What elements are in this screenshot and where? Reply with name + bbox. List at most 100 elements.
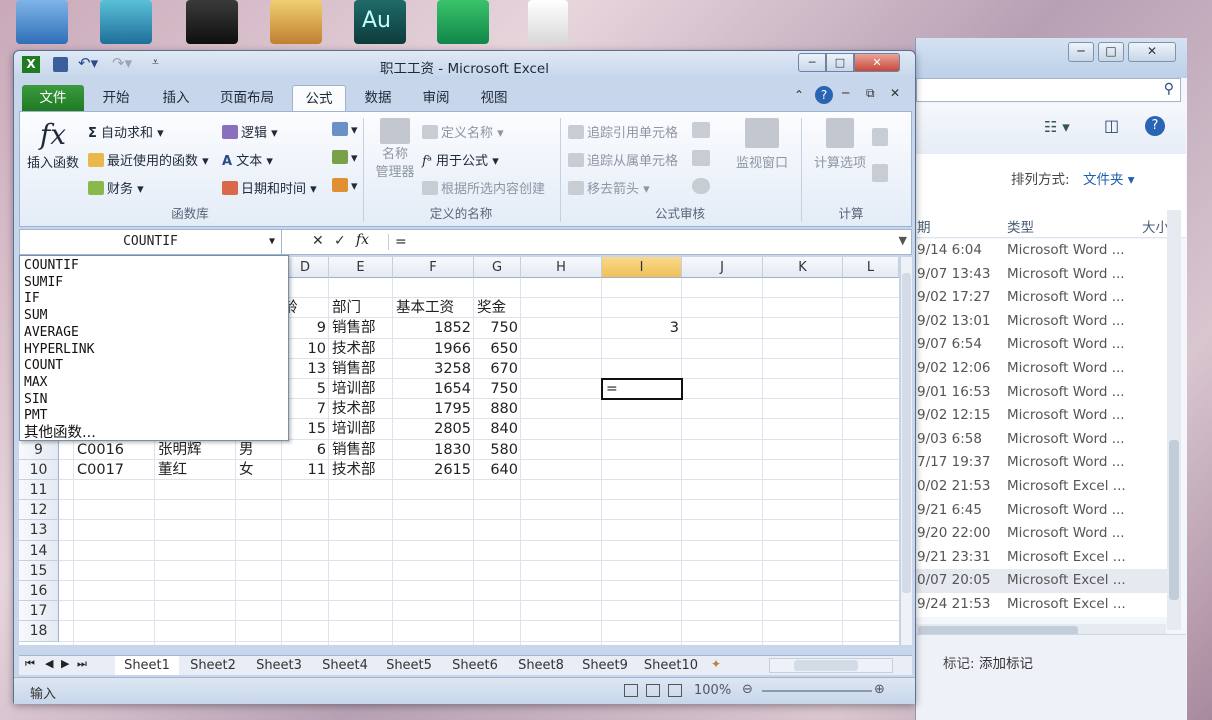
- sheet-tab[interactable]: Sheet4: [313, 656, 377, 675]
- column-header[interactable]: L: [843, 257, 899, 278]
- row-header[interactable]: 15: [19, 560, 59, 581]
- audition-desktop-icon[interactable]: Au: [354, 0, 406, 44]
- explorer-close-button[interactable]: ✕: [1128, 42, 1176, 62]
- file-row[interactable]: 9/20 22:00 Microsoft Word ...: [916, 522, 1171, 546]
- sort-dropdown[interactable]: 文件夹 ▾: [1083, 168, 1135, 188]
- page-break-view-icon[interactable]: [668, 684, 682, 697]
- cell[interactable]: 销售部: [332, 318, 390, 338]
- remove-arrows-button[interactable]: 移去箭头 ▾: [568, 178, 650, 197]
- search-icon[interactable]: ⚲: [1164, 81, 1174, 97]
- sheet-tab[interactable]: Sheet1: [115, 656, 179, 675]
- file-row[interactable]: 9/14 6:04 Microsoft Word ...: [916, 239, 1171, 263]
- sheet-nav-last-icon[interactable]: ⏭: [77, 657, 87, 671]
- financial-button[interactable]: 财务 ▾: [88, 178, 144, 197]
- column-header[interactable]: E: [329, 257, 393, 278]
- sheet-tab[interactable]: Sheet6: [443, 656, 507, 675]
- cell[interactable]: 奖金: [477, 298, 518, 318]
- file-row[interactable]: 9/21 6:45 Microsoft Word ...: [916, 498, 1171, 523]
- sheet-tab[interactable]: Sheet2: [181, 656, 245, 675]
- function-list-item[interactable]: AVERAGE: [24, 325, 79, 342]
- design-app-desktop-icon[interactable]: [100, 0, 152, 44]
- column-header[interactable]: F: [393, 257, 474, 278]
- row-header[interactable]: 9: [19, 439, 59, 460]
- insert-sheet-icon[interactable]: ✦: [711, 657, 721, 671]
- preview-pane-icon[interactable]: ◫: [1104, 116, 1119, 135]
- view-options-icon[interactable]: ☷ ▾: [1044, 118, 1070, 136]
- cell[interactable]: 15: [285, 419, 326, 439]
- page-layout-view-icon[interactable]: [646, 684, 660, 697]
- file-row[interactable]: 7/17 19:37 Microsoft Word ...: [916, 451, 1171, 475]
- error-checking-icon[interactable]: [692, 150, 710, 166]
- cell[interactable]: 基本工资: [396, 298, 471, 318]
- row-header[interactable]: 16: [19, 581, 59, 602]
- name-box-dropdown-icon[interactable]: ▼: [269, 230, 275, 254]
- column-header[interactable]: K: [763, 257, 843, 278]
- file-row[interactable]: 9/07 6:54 Microsoft Word ...: [916, 333, 1171, 357]
- cell[interactable]: 2615: [396, 460, 471, 480]
- evaluate-formula-icon[interactable]: [692, 178, 710, 194]
- tab-review[interactable]: 审阅: [416, 85, 456, 111]
- cell[interactable]: 1852: [396, 318, 471, 338]
- column-header[interactable]: H: [521, 257, 602, 278]
- text-functions-button[interactable]: A 文本 ▾: [222, 150, 273, 169]
- show-formulas-icon[interactable]: [692, 122, 710, 138]
- column-type[interactable]: 类型: [1007, 216, 1034, 236]
- row-header[interactable]: 18: [19, 621, 59, 642]
- tab-formulas[interactable]: 公式: [292, 85, 346, 111]
- trace-dependents-button[interactable]: 追踪从属单元格: [568, 150, 678, 169]
- active-cell[interactable]: =: [601, 378, 683, 400]
- function-list-item[interactable]: COUNTIF: [24, 258, 79, 275]
- cell[interactable]: 750: [477, 318, 518, 338]
- green-app-desktop-icon[interactable]: [437, 0, 489, 44]
- tab-file[interactable]: 文件: [22, 85, 84, 111]
- cell[interactable]: 3: [605, 318, 679, 338]
- explorer-minimize-button[interactable]: ─: [1068, 42, 1094, 62]
- function-list-item[interactable]: PMT: [24, 408, 47, 425]
- sheet-tab[interactable]: Sheet8: [509, 656, 573, 675]
- more-functions-button[interactable]: ▾: [332, 178, 358, 194]
- function-list-item[interactable]: SUMIF: [24, 275, 63, 292]
- cell[interactable]: 张明辉: [158, 440, 233, 460]
- function-list-item[interactable]: MAX: [24, 375, 47, 392]
- file-row[interactable]: 9/02 13:01 Microsoft Word ...: [916, 309, 1171, 334]
- ribbon-collapse-icon[interactable]: ⌃: [794, 88, 804, 102]
- sheet-nav-next-icon[interactable]: ▶: [61, 657, 69, 670]
- expand-formula-bar-icon[interactable]: ▼: [899, 234, 907, 247]
- file-row[interactable]: 9/21 23:31 Microsoft Excel ...: [916, 545, 1171, 570]
- sheet-tab[interactable]: Sheet9: [573, 656, 637, 675]
- cell[interactable]: 5: [285, 379, 326, 399]
- function-list-item[interactable]: 其他函数...: [24, 425, 96, 442]
- tab-view[interactable]: 视图: [474, 85, 514, 111]
- explorer-vscroll[interactable]: [1167, 210, 1181, 630]
- row-header[interactable]: 17: [19, 601, 59, 622]
- cell[interactable]: 男: [239, 440, 279, 460]
- doc-minimize-icon[interactable]: ─: [842, 86, 849, 100]
- close-button[interactable]: ✕: [854, 53, 900, 72]
- zoom-in-icon[interactable]: ⊕: [874, 682, 885, 697]
- define-name-button[interactable]: 定义名称 ▾: [422, 122, 504, 141]
- file-row[interactable]: 9/03 6:58 Microsoft Word ...: [916, 427, 1171, 452]
- sheet-tab[interactable]: Sheet3: [247, 656, 311, 675]
- cell[interactable]: 6: [285, 440, 326, 460]
- column-date[interactable]: 期: [917, 216, 931, 236]
- cell[interactable]: 2805: [396, 419, 471, 439]
- cell[interactable]: 13: [285, 359, 326, 379]
- cell[interactable]: 董红: [158, 460, 233, 480]
- cell[interactable]: 技术部: [332, 339, 390, 359]
- zoom-slider[interactable]: [762, 690, 872, 692]
- cell[interactable]: 部门: [332, 298, 390, 318]
- file-row[interactable]: 9/07 13:43 Microsoft Word ...: [916, 262, 1171, 287]
- cell[interactable]: C0016: [77, 440, 152, 460]
- cell[interactable]: 7: [285, 399, 326, 419]
- cell[interactable]: 培训部: [332, 379, 390, 399]
- cell[interactable]: 880: [477, 399, 518, 419]
- cell[interactable]: 840: [477, 419, 518, 439]
- zoom-out-icon[interactable]: ⊖: [742, 682, 753, 697]
- cell[interactable]: 9: [285, 318, 326, 338]
- help-icon[interactable]: ?: [1145, 116, 1165, 136]
- function-list-item[interactable]: IF: [24, 291, 40, 308]
- cell[interactable]: 3258: [396, 359, 471, 379]
- create-from-selection-button[interactable]: 根据所选内容创建: [422, 178, 545, 197]
- file-row[interactable]: 9/02 12:15 Microsoft Word ...: [916, 404, 1171, 428]
- cell[interactable]: 750: [477, 379, 518, 399]
